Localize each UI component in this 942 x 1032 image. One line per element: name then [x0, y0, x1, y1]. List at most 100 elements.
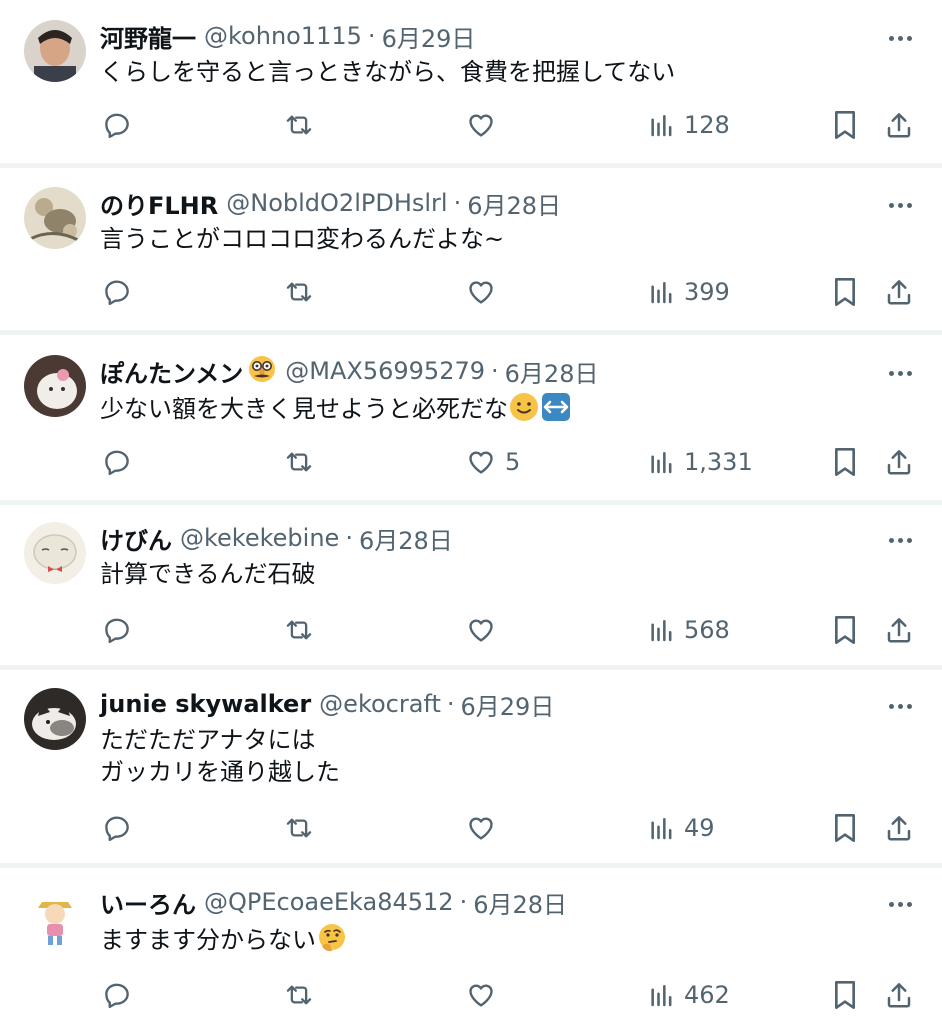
reply-text-line: ますます分からない — [100, 926, 316, 954]
avatar[interactable] — [24, 522, 86, 584]
author-handle[interactable]: @kekekebine — [180, 524, 339, 552]
reply-text-line: ガッカリを通り越した — [100, 758, 340, 786]
retweet-button[interactable] — [283, 811, 315, 845]
views-button[interactable]: 568 — [648, 613, 730, 647]
retweet-icon — [283, 813, 315, 843]
reply-button[interactable] — [102, 275, 132, 309]
bookmark-icon — [831, 614, 859, 646]
views-button[interactable]: 49 — [648, 811, 715, 845]
reply-item[interactable]: 河野龍一 @kohno1115 · 6月29日 くらしを守ると言っときながら、食… — [0, 0, 942, 163]
more-icon[interactable] — [880, 28, 920, 48]
bookmark-icon — [831, 979, 859, 1011]
like-button[interactable] — [465, 275, 505, 309]
avatar[interactable] — [24, 20, 86, 82]
bookmark-button[interactable] — [831, 108, 859, 142]
bookmark-button[interactable] — [831, 978, 859, 1012]
reply-text-line: 計算できるんだ石破 — [100, 560, 316, 588]
author-name[interactable]: junie skywalker — [100, 690, 311, 718]
author-name[interactable]: 河野龍一 — [100, 19, 196, 54]
post-date[interactable]: 6月29日 — [461, 687, 555, 722]
share-button[interactable] — [884, 613, 914, 647]
reply-item[interactable]: いーろん @QPEcoaeEka84512 · 6月28日 ますます分からない … — [0, 866, 942, 1032]
views-button[interactable]: 128 — [648, 108, 730, 142]
more-icon[interactable] — [880, 530, 920, 550]
reply-button[interactable] — [102, 445, 132, 479]
reply-icon — [102, 980, 132, 1010]
reply-item[interactable]: junie skywalker @ekocraft · 6月29日 ただただアナ… — [0, 668, 942, 863]
retweet-button[interactable] — [283, 445, 315, 479]
retweet-button[interactable] — [283, 275, 315, 309]
author-handle[interactable]: @NobldO2lPDHslrl — [226, 189, 447, 217]
like-icon — [465, 277, 497, 307]
like-button[interactable] — [465, 108, 505, 142]
bookmark-icon — [831, 109, 859, 141]
separator: · — [367, 22, 376, 50]
views-button[interactable]: 1,331 — [648, 445, 753, 479]
views-count: 1,331 — [684, 448, 753, 476]
separator: · — [459, 888, 468, 916]
author-name[interactable]: ぽんたンメン — [100, 354, 243, 389]
reply-item[interactable]: ぽんたンメン @MAX56995279 · 6月28日 少ない額を大きく見せよう… — [0, 335, 942, 500]
share-button[interactable] — [884, 978, 914, 1012]
reply-button[interactable] — [102, 978, 132, 1012]
bookmark-icon — [831, 276, 859, 308]
reply-button[interactable] — [102, 811, 132, 845]
bookmark-button[interactable] — [831, 811, 859, 845]
reply-text-line: ただただアナタには — [100, 726, 316, 754]
share-button[interactable] — [884, 275, 914, 309]
reply-button[interactable] — [102, 613, 132, 647]
more-icon[interactable] — [880, 696, 920, 716]
post-date[interactable]: 6月28日 — [359, 521, 453, 556]
author-handle[interactable]: @QPEcoaeEka84512 — [204, 888, 454, 916]
retweet-button[interactable] — [283, 978, 315, 1012]
like-button[interactable] — [465, 978, 505, 1012]
author-name[interactable]: けびん — [100, 521, 172, 556]
views-count: 462 — [684, 981, 730, 1009]
like-icon — [465, 980, 497, 1010]
author-handle[interactable]: @kohno1115 — [204, 22, 362, 50]
post-date[interactable]: 6月29日 — [382, 19, 476, 54]
retweet-button[interactable] — [283, 108, 315, 142]
share-icon — [884, 614, 914, 646]
post-date[interactable]: 6月28日 — [473, 885, 567, 920]
reply-item[interactable]: けびん @kekekebine · 6月28日 計算できるんだ石破 568 — [0, 502, 942, 665]
more-icon[interactable] — [880, 894, 920, 914]
views-button[interactable]: 462 — [648, 978, 730, 1012]
avatar[interactable] — [24, 688, 86, 750]
reply-icon — [102, 110, 132, 140]
bookmark-button[interactable] — [831, 445, 859, 479]
avatar[interactable] — [24, 355, 86, 417]
bookmark-button[interactable] — [831, 613, 859, 647]
separator: · — [446, 690, 455, 718]
post-date[interactable]: 6月28日 — [505, 354, 599, 389]
views-count: 568 — [684, 616, 730, 644]
post-date[interactable]: 6月28日 — [467, 186, 561, 221]
share-button[interactable] — [884, 108, 914, 142]
like-button[interactable]: 5 — [465, 445, 520, 479]
views-button[interactable]: 399 — [648, 275, 730, 309]
author-handle[interactable]: @MAX56995279 — [285, 357, 485, 385]
reply-button[interactable] — [102, 108, 132, 142]
like-button[interactable] — [465, 811, 505, 845]
reply-text-line: 少ない額を大きく見せようと必死だな — [100, 395, 508, 423]
author-name[interactable]: のりFLHR — [100, 186, 218, 221]
reply-item[interactable]: のりFLHR @NobldO2lPDHslrl · 6月28日 言うことがコロコ… — [0, 167, 942, 330]
share-icon — [884, 979, 914, 1011]
reply-text-line: くらしを守ると言っときながら、食費を把握してない — [100, 58, 676, 86]
reply-icon — [102, 447, 132, 477]
views-icon — [648, 814, 676, 842]
share-button[interactable] — [884, 445, 914, 479]
share-icon — [884, 109, 914, 141]
like-button[interactable] — [465, 613, 505, 647]
avatar[interactable] — [24, 886, 86, 948]
views-count: 49 — [684, 814, 715, 842]
author-name[interactable]: いーろん — [100, 885, 196, 920]
bookmark-button[interactable] — [831, 275, 859, 309]
avatar[interactable] — [24, 187, 86, 249]
reply-text-line: 言うことがコロコロ変わるんだよな~ — [100, 225, 505, 253]
retweet-button[interactable] — [283, 613, 315, 647]
more-icon[interactable] — [880, 195, 920, 215]
share-button[interactable] — [884, 811, 914, 845]
more-icon[interactable] — [880, 363, 920, 383]
author-handle[interactable]: @ekocraft — [319, 690, 441, 718]
